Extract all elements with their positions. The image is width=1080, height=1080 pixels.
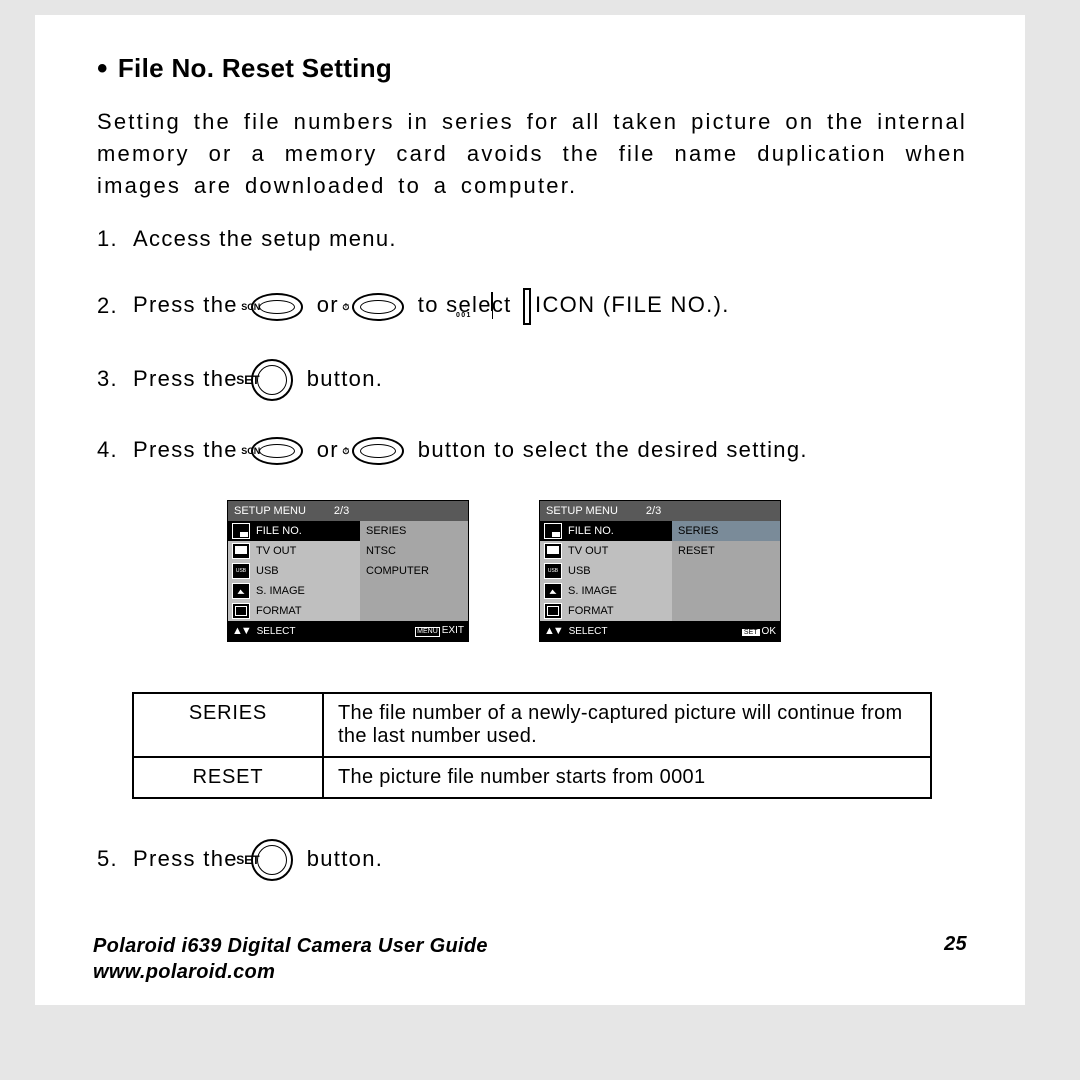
menu-row-s-image: S. IMAGE [540, 581, 672, 601]
menu-row-s-image: S. IMAGE [228, 581, 360, 601]
tv-out-icon [232, 543, 250, 559]
file-no-icon [544, 523, 562, 539]
step-2: 2.Press the SCN or ⏱ to select ICON (FIL… [97, 288, 967, 325]
menu-row-tv-out: TV OUT [228, 541, 360, 561]
title-text: File No. Reset Setting [118, 53, 392, 84]
menu-row-format: FORMAT [540, 601, 672, 621]
tv-out-icon [544, 543, 562, 559]
set-button-icon: SET [742, 629, 760, 636]
cell-reset-label: RESET [133, 757, 323, 798]
value-ntsc: NTSC [360, 541, 468, 561]
up-down-arrows-icon: ▲▼ [544, 625, 562, 637]
table-row: SERIES The file number of a newly-captur… [133, 693, 931, 757]
timer-down-button-icon: ⏱ [352, 293, 404, 321]
menu-row-usb: USB [228, 561, 360, 581]
format-icon [232, 603, 250, 619]
cell-series-label: SERIES [133, 693, 323, 757]
footer-url: www.polaroid.com [93, 959, 488, 985]
setup-menu-screenshot-left: SETUP MENU2/3 FILE NO. TV OUT USB S. IMA… [227, 500, 469, 642]
step-4: 4.Press the SCN or ⏱ button to select th… [97, 435, 967, 466]
menu-row-format: FORMAT [228, 601, 360, 621]
scn-up-button-icon: SCN [251, 437, 303, 465]
scn-up-button-icon: SCN [251, 293, 303, 321]
s-image-icon [232, 583, 250, 599]
menu-row-file-no: FILE NO. [228, 521, 360, 541]
intro-paragraph: Setting the file numbers in series for a… [97, 106, 967, 202]
page-footer: Polaroid i639 Digital Camera User Guide … [35, 933, 1025, 985]
section-title: • File No. Reset Setting [97, 53, 967, 84]
value-computer: COMPUTER [360, 561, 468, 581]
format-icon [544, 603, 562, 619]
page-number: 25 [944, 933, 967, 985]
setup-menu-screenshot-right: SETUP MENU2/3 FILE NO. TV OUT USB S. IMA… [539, 500, 781, 642]
value-series: SERIES [360, 521, 468, 541]
menu-row-tv-out: TV OUT [540, 541, 672, 561]
footer-guide-title: Polaroid i639 Digital Camera User Guide [93, 933, 488, 959]
screenshot-row: SETUP MENU2/3 FILE NO. TV OUT USB S. IMA… [227, 500, 967, 642]
step-3: 3.Press the SET button. [97, 359, 967, 401]
option-reset: RESET [672, 541, 780, 561]
file-no-icon [523, 288, 531, 325]
step-5: 5.Press the SET button. [97, 839, 967, 881]
instruction-list-cont: 5.Press the SET button. [97, 839, 967, 881]
menu-row-usb: USB [540, 561, 672, 581]
up-down-arrows-icon: ▲▼ [232, 625, 250, 637]
usb-icon [544, 563, 562, 579]
file-no-icon [232, 523, 250, 539]
cell-reset-desc: The picture file number starts from 0001 [323, 757, 931, 798]
instruction-list: 1.Access the setup menu. 2.Press the SCN… [97, 224, 967, 466]
usb-icon [232, 563, 250, 579]
definitions-table: SERIES The file number of a newly-captur… [132, 692, 932, 799]
step-1: 1.Access the setup menu. [97, 224, 967, 255]
set-button-icon: SET [251, 839, 293, 881]
menu-button-icon: MENU [415, 627, 440, 637]
menu-row-file-no: FILE NO. [540, 521, 672, 541]
set-button-icon: SET [251, 359, 293, 401]
table-row: RESET The picture file number starts fro… [133, 757, 931, 798]
s-image-icon [544, 583, 562, 599]
bullet-icon: • [97, 54, 108, 84]
timer-down-button-icon: ⏱ [352, 437, 404, 465]
option-series: SERIES [672, 521, 780, 541]
cell-series-desc: The file number of a newly-captured pict… [323, 693, 931, 757]
